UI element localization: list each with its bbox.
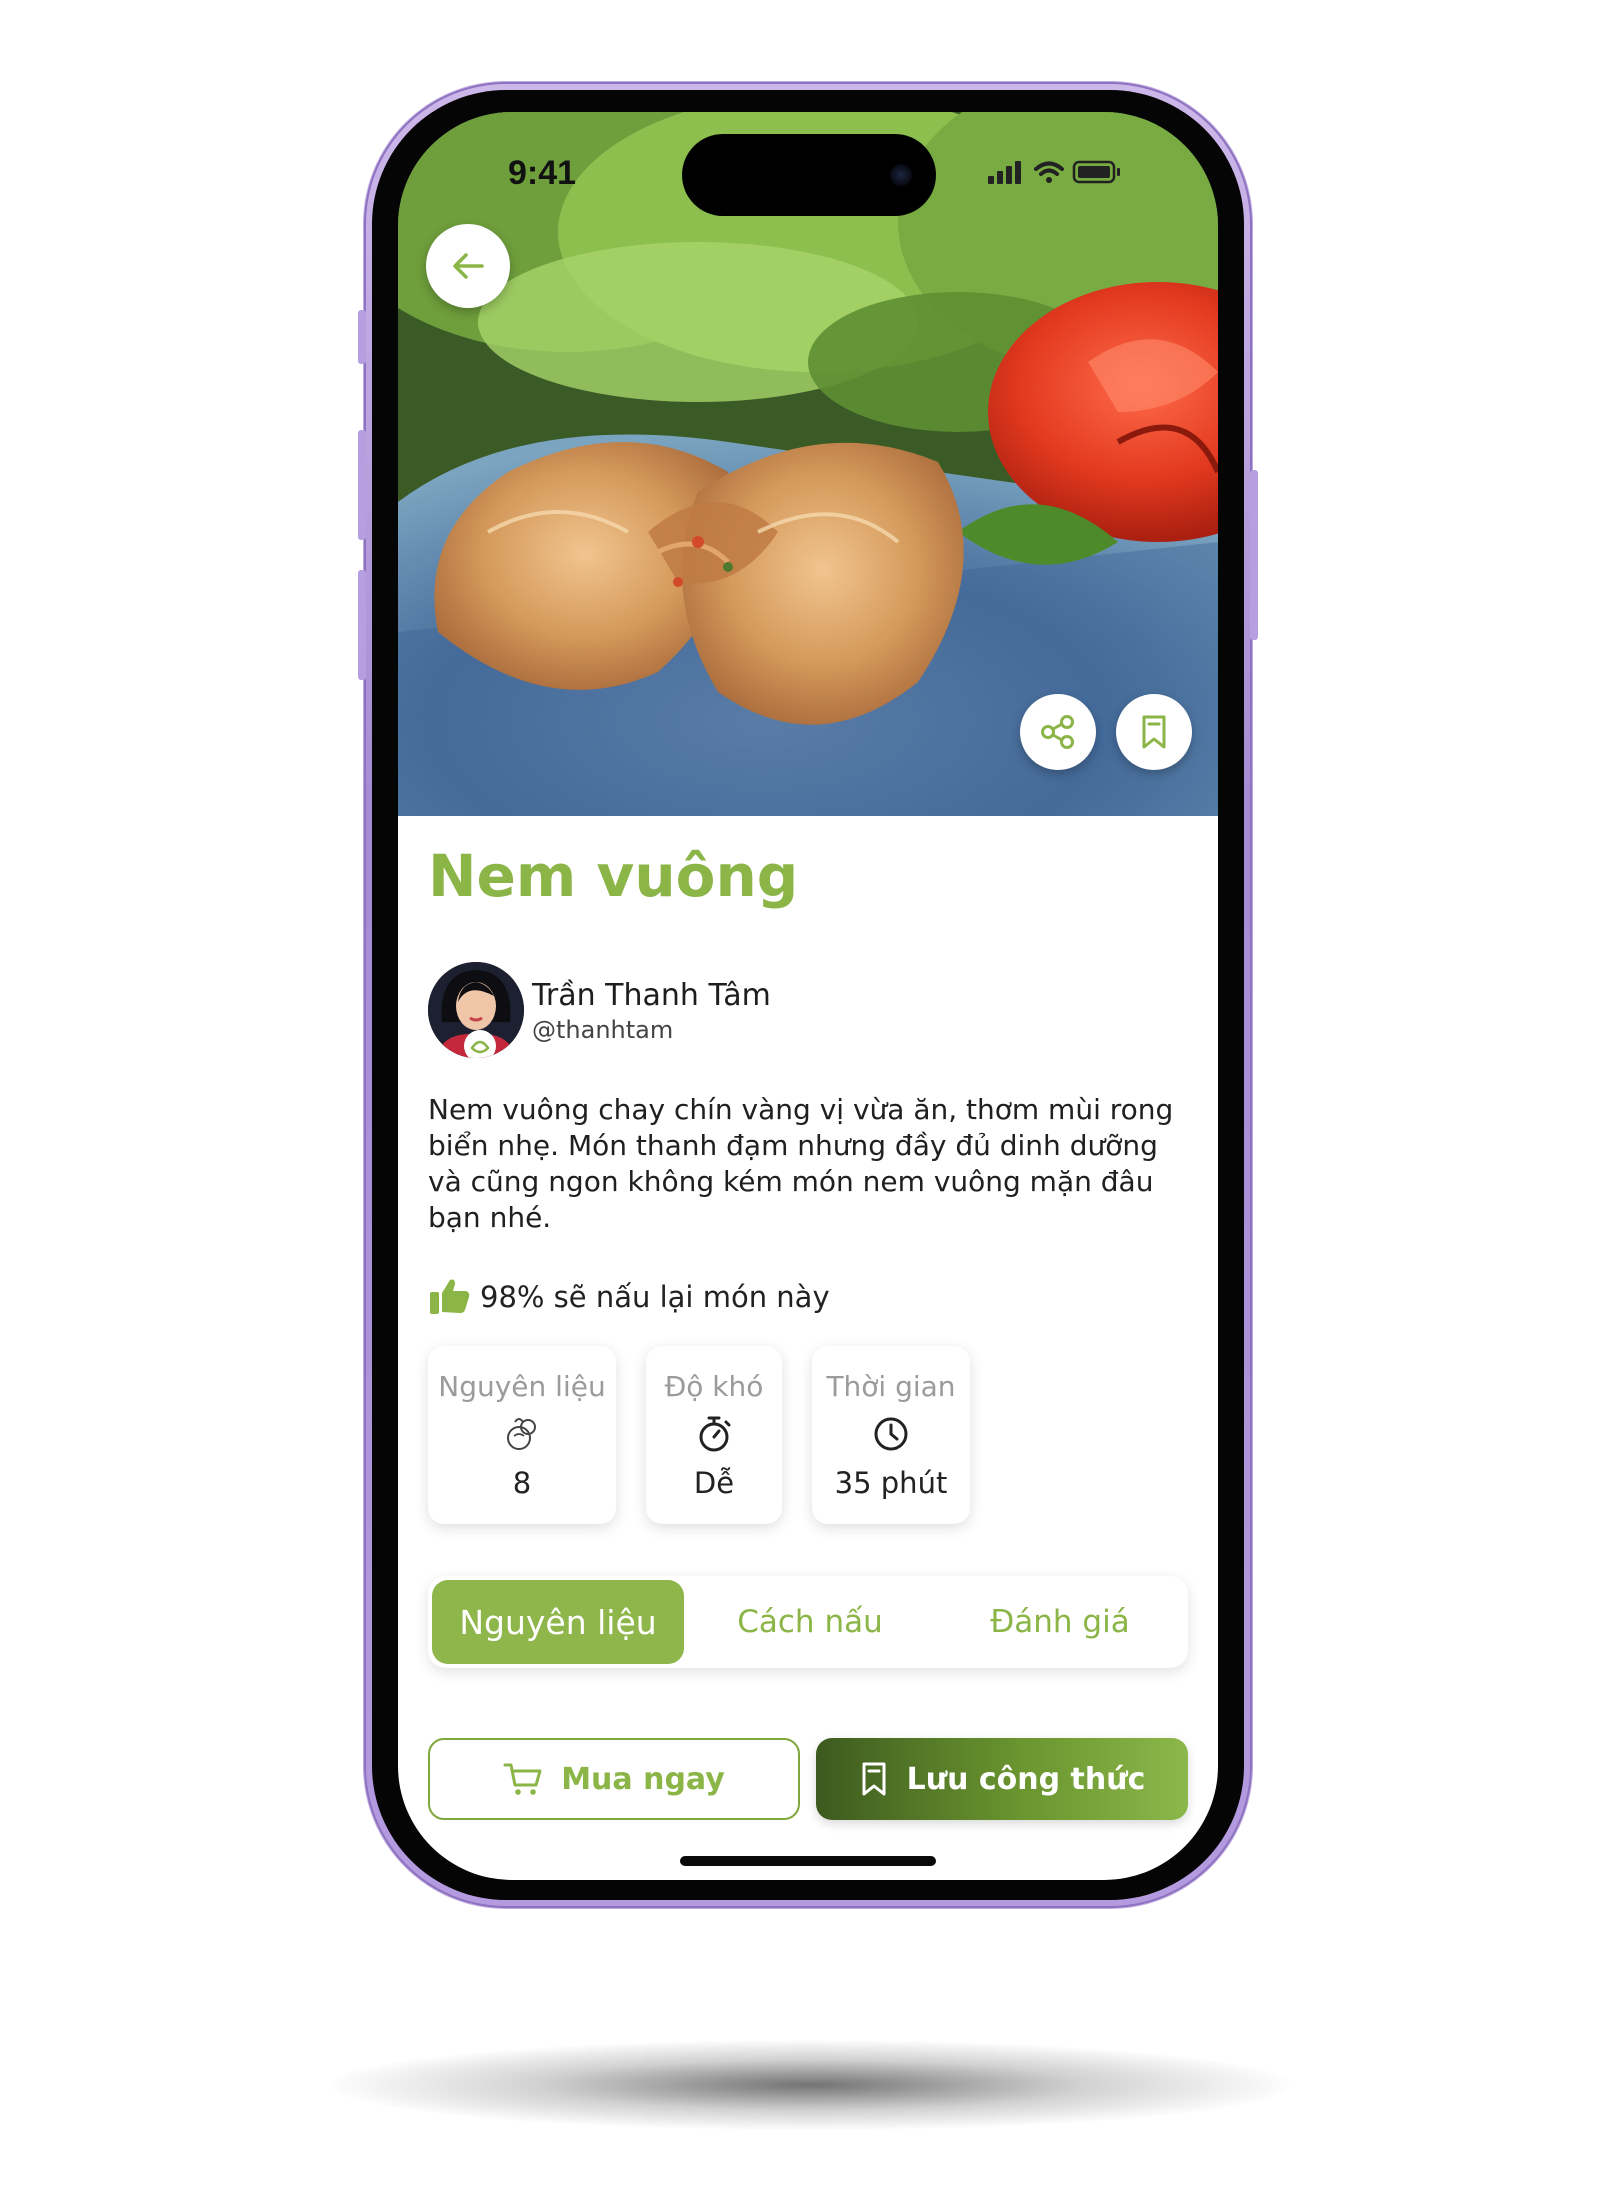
- rating-text: 98% sẽ nấu lại món này: [480, 1280, 830, 1314]
- share-button[interactable]: [1020, 694, 1096, 770]
- stopwatch-icon: [699, 1416, 731, 1452]
- bookmark-icon: [862, 1762, 886, 1796]
- stat-label: Nguyên liệu: [438, 1370, 606, 1403]
- mockup-stage: 9:41 Nem vuông Trần Thanh Tâm @thanhtam …: [0, 0, 1620, 2200]
- home-indicator[interactable]: [680, 1856, 936, 1866]
- save-recipe-button[interactable]: Lưu công thức: [816, 1738, 1188, 1820]
- stat-value: Dễ: [693, 1466, 735, 1500]
- share-icon: [1041, 715, 1074, 749]
- author-handle: @thanhtam: [532, 1016, 674, 1044]
- avatar-illustration: [428, 962, 524, 1058]
- stat-time: Thời gian 35 phút: [812, 1346, 970, 1524]
- battery-icon: [1072, 160, 1120, 184]
- app-screen: 9:41 Nem vuông Trần Thanh Tâm @thanhtam …: [398, 112, 1218, 1880]
- status-icons: [988, 158, 1128, 190]
- wifi-icon: [1034, 161, 1064, 183]
- food-illustration: [398, 112, 1218, 816]
- stat-value: 8: [512, 1466, 532, 1500]
- recipe-photo: 9:41: [398, 112, 1218, 816]
- save-recipe-label: Lưu công thức: [906, 1761, 1146, 1797]
- cart-icon: [503, 1763, 542, 1795]
- recipe-description: Nem vuông chay chín vàng vị vừa ăn, thơm…: [428, 1093, 1174, 1234]
- avatar[interactable]: [428, 962, 524, 1058]
- buy-now-button[interactable]: Mua ngay: [428, 1738, 800, 1820]
- author-name[interactable]: Trần Thanh Tâm: [532, 978, 771, 1013]
- stat-label: Thời gian: [826, 1370, 956, 1403]
- stat-value: 35 phút: [834, 1466, 948, 1500]
- dynamic-island: [682, 134, 936, 216]
- author-info[interactable]: Trần Thanh Tâm @thanhtam: [428, 962, 1028, 1070]
- phone-shadow: [330, 2040, 1290, 2130]
- clock-icon: [874, 1417, 908, 1451]
- action-button: [358, 310, 366, 364]
- bookmark-button[interactable]: [1116, 694, 1192, 770]
- back-button[interactable]: [426, 224, 510, 308]
- tab-ingredients[interactable]: Nguyên liệu: [432, 1580, 684, 1664]
- stat-difficulty: Độ khó Dễ: [646, 1346, 782, 1524]
- arrow-left-icon: [453, 253, 484, 279]
- signal-icon: [988, 161, 1021, 184]
- stat-label: Độ khó: [664, 1370, 764, 1403]
- power-button: [1250, 470, 1258, 640]
- bookmark-icon: [1142, 715, 1166, 749]
- ingredients-icon: [507, 1418, 536, 1450]
- buy-now-label: Mua ngay: [561, 1761, 725, 1797]
- recipe-title: Nem vuông: [428, 842, 799, 910]
- volume-down-button: [358, 570, 366, 680]
- front-camera: [890, 164, 912, 186]
- stat-ingredients: Nguyên liệu 8: [428, 1346, 616, 1524]
- status-time: 9:41: [508, 154, 577, 192]
- recipe-tabs: Nguyên liệu Cách nấu Đánh giá: [428, 1576, 1188, 1668]
- volume-up-button: [358, 430, 366, 540]
- tab-cooking-steps[interactable]: Cách nấu: [684, 1580, 936, 1664]
- thumbs-up-icon: [430, 1279, 470, 1314]
- tab-reviews[interactable]: Đánh giá: [936, 1580, 1184, 1664]
